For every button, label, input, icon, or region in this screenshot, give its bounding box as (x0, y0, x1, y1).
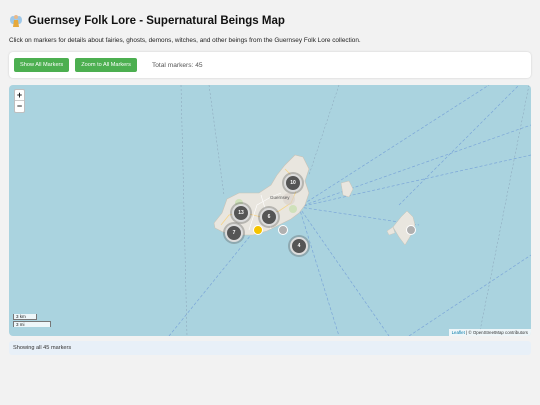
zoom-control: + − (14, 89, 25, 113)
marker-being[interactable] (278, 225, 288, 235)
controls-bar: Show All Markers Zoom to All Markers Tot… (9, 52, 531, 78)
scale-mi: 3 mi (13, 321, 51, 327)
marker-cluster[interactable]: 7 (225, 224, 243, 242)
marker-being[interactable] (253, 225, 263, 235)
page: Guernsey Folk Lore - Supernatural Beings… (0, 0, 540, 405)
scale-bar: 3 km 3 mi (13, 314, 51, 327)
marker-cluster[interactable]: 13 (232, 204, 250, 222)
island-label: Guernsey (270, 195, 290, 200)
fairy-icon (10, 15, 22, 27)
leaflet-link[interactable]: Leaflet (452, 330, 465, 335)
title-row: Guernsey Folk Lore - Supernatural Beings… (10, 14, 285, 28)
map-attribution: Leaflet | © OpenStreetMap contributors (448, 329, 531, 336)
scale-km: 3 km (13, 314, 37, 320)
marker-cluster[interactable]: 10 (284, 174, 302, 192)
status-bar: Showing all 45 markers (9, 341, 531, 355)
zoom-out-button[interactable]: − (15, 101, 24, 112)
page-title: Guernsey Folk Lore - Supernatural Beings… (28, 15, 285, 27)
marker-cluster[interactable]: 6 (260, 208, 278, 226)
show-all-markers-button[interactable]: Show All Markers (14, 58, 70, 72)
zoom-to-all-markers-button[interactable]: Zoom to All Markers (75, 58, 137, 72)
osm-attribution: | © OpenStreetMap contributors (464, 330, 528, 335)
marker-being[interactable] (406, 225, 416, 235)
zoom-in-button[interactable]: + (15, 90, 24, 101)
total-markers-label: Total markers: 45 (151, 61, 203, 69)
map-view[interactable]: Guernsey 10 13 6 7 4 + − 3 km 3 mi Leafl… (9, 85, 531, 336)
marker-cluster[interactable]: 4 (290, 237, 308, 255)
page-subtitle: Click on markers for details about fairi… (9, 37, 361, 44)
